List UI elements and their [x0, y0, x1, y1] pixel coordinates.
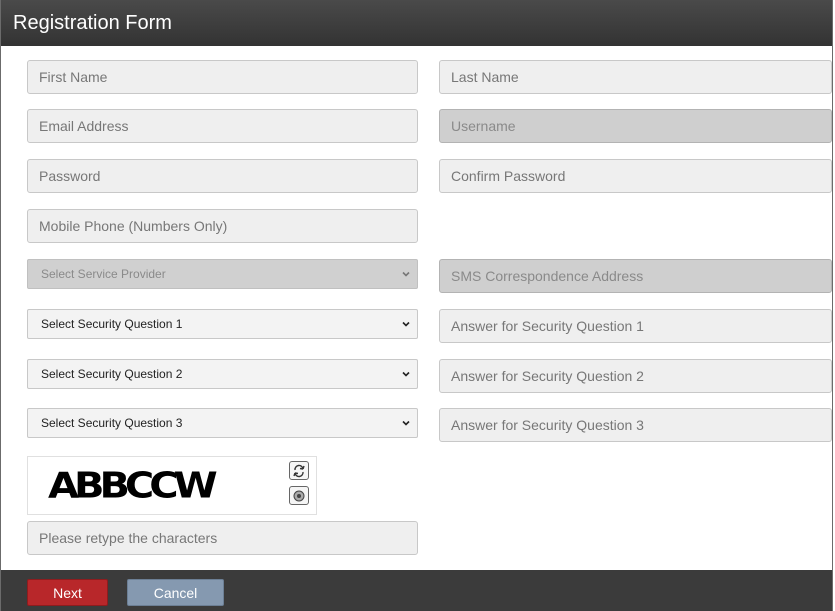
service-provider-label: Select Service Provider: [41, 267, 166, 281]
mobile-phone-input[interactable]: Mobile Phone (Numbers Only): [27, 209, 418, 243]
captcha-input-placeholder: Please retype the characters: [39, 530, 218, 546]
username-input[interactable]: Username: [439, 109, 832, 143]
security-answer-1-input[interactable]: Answer for Security Question 1: [439, 309, 832, 343]
security-question-1-label: Select Security Question 1: [41, 317, 183, 331]
audio-icon: [293, 490, 305, 501]
first-name-input[interactable]: First Name: [27, 60, 418, 94]
last-name-placeholder: Last Name: [451, 69, 519, 85]
captcha-refresh-button[interactable]: [289, 461, 309, 480]
service-provider-select[interactable]: Select Service Provider: [27, 259, 418, 289]
password-placeholder: Password: [39, 168, 101, 184]
chevron-down-icon: [402, 321, 410, 327]
cancel-button[interactable]: Cancel: [127, 579, 224, 606]
form-header: Registration Form: [1, 0, 832, 46]
security-answer-1-placeholder: Answer for Security Question 1: [451, 318, 644, 334]
username-placeholder: Username: [451, 118, 516, 134]
security-answer-3-placeholder: Answer for Security Question 3: [451, 417, 644, 433]
captcha-image: ABBCCW: [48, 465, 218, 507]
last-name-input[interactable]: Last Name: [439, 60, 832, 94]
next-button[interactable]: Next: [27, 579, 108, 606]
form-footer: Next Cancel: [1, 570, 832, 611]
confirm-password-input[interactable]: Confirm Password: [439, 159, 832, 193]
chevron-down-icon: [402, 371, 410, 377]
email-placeholder: Email Address: [39, 118, 129, 134]
captcha-audio-button[interactable]: [289, 486, 309, 505]
registration-form: Registration Form First Name Last Name E…: [0, 0, 833, 611]
chevron-down-icon: [402, 420, 410, 426]
first-name-placeholder: First Name: [39, 69, 108, 85]
security-question-2-label: Select Security Question 2: [41, 367, 183, 381]
security-question-3-label: Select Security Question 3: [41, 416, 183, 430]
security-question-3-select[interactable]: Select Security Question 3: [27, 408, 418, 438]
captcha-box: ABBCCW: [27, 456, 317, 515]
sms-address-input[interactable]: SMS Correspondence Address: [439, 259, 832, 293]
refresh-icon: [293, 464, 305, 477]
password-input[interactable]: Password: [27, 159, 418, 193]
confirm-password-placeholder: Confirm Password: [451, 168, 566, 184]
email-input[interactable]: Email Address: [27, 109, 418, 143]
mobile-phone-placeholder: Mobile Phone (Numbers Only): [39, 218, 228, 234]
security-question-2-select[interactable]: Select Security Question 2: [27, 359, 418, 389]
security-answer-3-input[interactable]: Answer for Security Question 3: [439, 408, 832, 442]
security-question-1-select[interactable]: Select Security Question 1: [27, 309, 418, 339]
security-answer-2-placeholder: Answer for Security Question 2: [451, 368, 644, 384]
sms-address-placeholder: SMS Correspondence Address: [451, 268, 644, 284]
chevron-down-icon: [402, 271, 410, 277]
captcha-input[interactable]: Please retype the characters: [27, 521, 418, 555]
security-answer-2-input[interactable]: Answer for Security Question 2: [439, 359, 832, 393]
page-title: Registration Form: [13, 12, 172, 34]
